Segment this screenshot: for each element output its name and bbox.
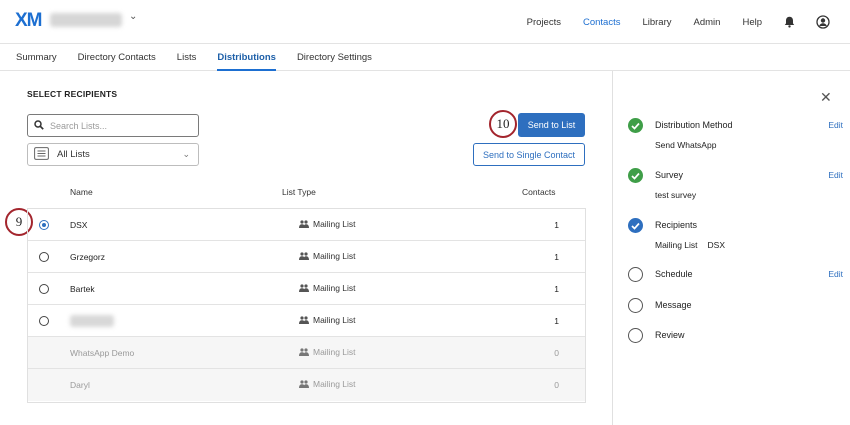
table-row[interactable]: Grzegorz Mailing List 1 [28, 241, 585, 273]
empty-circle-icon [628, 328, 643, 343]
step-label: Distribution Method [655, 120, 733, 130]
list-type-label: Mailing List [313, 219, 356, 229]
nav-help[interactable]: Help [742, 17, 762, 28]
list-name-redacted [70, 315, 114, 327]
list-type: Mailing List [299, 219, 356, 229]
people-icon [299, 347, 309, 356]
list-type: Mailing List [299, 379, 356, 389]
nav-admin[interactable]: Admin [694, 17, 721, 28]
list-type-label: Mailing List [313, 347, 356, 357]
brand-name-redacted [50, 13, 122, 27]
contact-count: 1 [554, 316, 559, 326]
chevron-down-icon[interactable]: ⌄ [129, 11, 137, 22]
chevron-down-icon: ⌄ [182, 149, 190, 159]
contact-count: 1 [554, 252, 559, 262]
empty-circle-icon [628, 267, 643, 282]
column-header-contacts: Contacts [522, 187, 556, 197]
search-box[interactable] [27, 114, 199, 137]
list-type-label: Mailing List [313, 379, 356, 389]
list-type: Mailing List [299, 315, 356, 325]
tab-directory-settings[interactable]: Directory Settings [297, 44, 372, 71]
contact-count: 0 [554, 348, 559, 358]
row-radio[interactable] [39, 252, 49, 262]
people-icon [299, 283, 309, 292]
column-header-name: Name [70, 187, 93, 197]
people-icon [299, 219, 309, 228]
list-type: Mailing List [299, 251, 356, 261]
column-header-list-type: List Type [282, 187, 316, 197]
contact-count: 1 [554, 220, 559, 230]
tab-summary[interactable]: Summary [16, 44, 57, 71]
main-nav: Projects Contacts Library Admin Help [505, 0, 830, 44]
step-label: Message [655, 300, 692, 310]
list-type: Mailing List [299, 283, 356, 293]
step-label: Survey [655, 170, 684, 180]
edit-link[interactable]: Edit [828, 120, 843, 130]
table-row: WhatsApp Demo Mailing List 0 [28, 337, 585, 369]
search-icon [34, 119, 44, 132]
tab-directory-contacts[interactable]: Directory Contacts [78, 44, 156, 71]
list-name: WhatsApp Demo [70, 348, 135, 358]
list-icon [34, 147, 49, 162]
list-type-label: Mailing List [313, 315, 356, 325]
table-row: Daryl Mailing List 0 [28, 369, 585, 401]
list-name: DSX [70, 220, 88, 230]
list-type-label: Mailing List [313, 251, 356, 261]
step-callout-10: 10 [489, 110, 517, 138]
lists-table: DSX Mailing List 1 Grzegorz Mailing List… [27, 208, 586, 403]
bell-icon[interactable] [782, 15, 796, 29]
row-radio[interactable] [39, 316, 49, 326]
empty-circle-icon [628, 298, 643, 313]
table-row[interactable]: Bartek Mailing List 1 [28, 273, 585, 305]
recipient-list: DSX [707, 240, 726, 250]
check-circle-icon [628, 168, 643, 183]
send-to-list-button[interactable]: Send to List [518, 113, 585, 137]
edit-link[interactable]: Edit [828, 269, 843, 279]
people-icon [299, 379, 309, 388]
tab-distributions[interactable]: Distributions [217, 44, 276, 71]
list-filter-select[interactable]: All Lists ⌄ [27, 143, 199, 166]
edit-link[interactable]: Edit [828, 170, 843, 180]
list-filter-value: All Lists [57, 149, 90, 160]
list-name: Bartek [70, 284, 95, 294]
search-input[interactable] [50, 120, 180, 131]
people-icon [299, 315, 309, 324]
sub-nav: Summary Directory Contacts Lists Distrib… [0, 44, 850, 71]
contact-count: 0 [554, 380, 559, 390]
table-row[interactable]: Mailing List 1 [28, 305, 585, 337]
check-circle-icon [628, 118, 643, 133]
list-type: Mailing List [299, 347, 356, 357]
step-label: Recipients [655, 220, 698, 230]
row-radio[interactable] [39, 220, 49, 230]
tab-lists[interactable]: Lists [177, 44, 197, 71]
list-name: Daryl [70, 380, 90, 390]
check-circle-icon [628, 218, 643, 233]
close-icon[interactable]: ✕ [820, 89, 832, 106]
contact-count: 1 [554, 284, 559, 294]
section-title: SELECT RECIPIENTS [27, 89, 118, 99]
list-type-label: Mailing List [313, 283, 356, 293]
step-label: Schedule [655, 269, 693, 279]
user-avatar-icon[interactable] [816, 15, 830, 29]
step-value: Mailing List DSX [655, 240, 725, 250]
step-value: Send WhatsApp [655, 140, 717, 150]
nav-library[interactable]: Library [642, 17, 671, 28]
list-name: Grzegorz [70, 252, 105, 262]
top-bar: XM ⌄ Projects Contacts Library Admin Hel… [0, 0, 850, 44]
send-to-single-contact-button[interactable]: Send to Single Contact [473, 143, 585, 166]
step-label: Review [655, 330, 685, 340]
row-radio[interactable] [39, 284, 49, 294]
nav-projects[interactable]: Projects [527, 17, 561, 28]
step-value: test survey [655, 190, 697, 200]
recipient-type: Mailing List [655, 240, 698, 250]
xm-logo[interactable]: XM [15, 10, 42, 32]
distribution-steps-panel: ✕ Distribution Method Edit Send WhatsApp… [612, 71, 850, 425]
nav-contacts[interactable]: Contacts [583, 17, 621, 28]
people-icon [299, 251, 309, 260]
table-row[interactable]: DSX Mailing List 1 [28, 209, 585, 241]
